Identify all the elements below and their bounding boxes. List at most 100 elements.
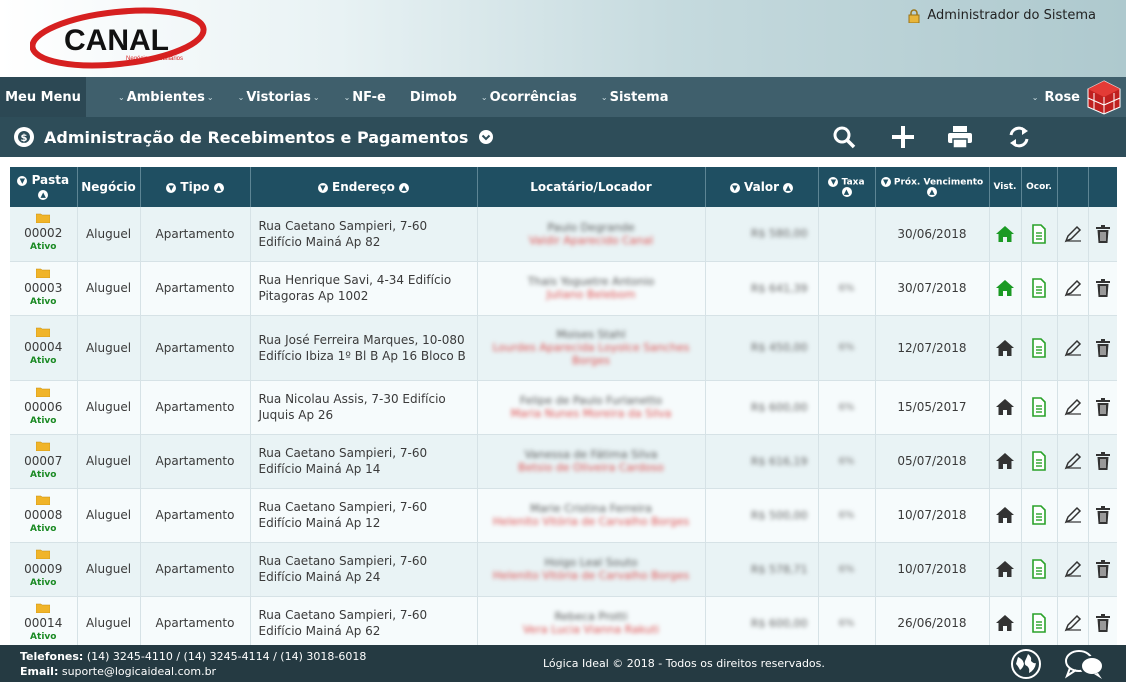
cell-edit[interactable]: [1057, 207, 1089, 262]
my-menu-button[interactable]: Meu Menu: [0, 77, 86, 117]
cell-ocorrencia[interactable]: [1021, 380, 1058, 435]
document-icon[interactable]: [1029, 559, 1049, 579]
cell-ocorrencia[interactable]: [1021, 488, 1058, 543]
document-icon[interactable]: [1029, 337, 1049, 358]
globe-icon[interactable]: [1010, 648, 1042, 680]
nav-dimob[interactable]: Dimob: [398, 77, 469, 117]
cell-vistoria[interactable]: [989, 434, 1022, 489]
table-row[interactable]: 00002 Ativo Aluguel Apartamento Rua Caet…: [10, 207, 1117, 262]
cell-edit[interactable]: [1057, 261, 1089, 316]
table-row[interactable]: 00009 Ativo Aluguel Apartamento Rua Caet…: [10, 542, 1117, 597]
col-vencimento[interactable]: ▼ Próx. Vencimento ▲: [875, 167, 990, 207]
table-row[interactable]: 00014 Ativo Aluguel Apartamento Rua Caet…: [10, 596, 1117, 645]
cell-pasta[interactable]: 00008 Ativo: [10, 488, 78, 543]
cell-delete[interactable]: [1088, 542, 1117, 597]
nav-nfe[interactable]: ⌄ NF-e: [332, 77, 398, 117]
trash-icon[interactable]: [1093, 451, 1113, 471]
nav-vistorias[interactable]: ⌄ Vistorias ⌄: [226, 77, 332, 117]
table-row[interactable]: 00004 Ativo Aluguel Apartamento Rua José…: [10, 315, 1117, 381]
trash-icon[interactable]: [1093, 613, 1113, 633]
cell-pasta[interactable]: 00006 Ativo: [10, 380, 78, 435]
cell-delete[interactable]: [1088, 488, 1117, 543]
cell-ocorrencia[interactable]: [1021, 434, 1058, 489]
cell-vistoria[interactable]: [989, 261, 1022, 316]
cell-pasta[interactable]: 00014 Ativo: [10, 596, 78, 645]
house-icon[interactable]: [995, 397, 1015, 417]
cell-pasta[interactable]: 00003 Ativo: [10, 261, 78, 316]
nav-sistema[interactable]: ⌄ Sistema: [589, 77, 681, 117]
cell-ocorrencia[interactable]: [1021, 261, 1058, 316]
add-button[interactable]: [889, 124, 917, 150]
cell-pasta[interactable]: 00009 Ativo: [10, 542, 78, 597]
table-row[interactable]: 00008 Ativo Aluguel Apartamento Rua Caet…: [10, 488, 1117, 543]
cell-delete[interactable]: [1088, 596, 1117, 645]
col-locatario[interactable]: Locatário/Locador: [477, 167, 706, 207]
admin-user[interactable]: Administrador do Sistema: [907, 8, 1096, 23]
table-row[interactable]: 00006 Ativo Aluguel Apartamento Rua Nico…: [10, 380, 1117, 435]
trash-icon[interactable]: [1093, 559, 1113, 579]
pencil-icon[interactable]: [1063, 559, 1083, 579]
cell-delete[interactable]: [1088, 207, 1117, 262]
house-icon[interactable]: [995, 559, 1015, 579]
search-button[interactable]: [830, 124, 858, 150]
col-pasta[interactable]: ▼ Pasta ▲: [10, 167, 78, 207]
document-icon[interactable]: [1029, 397, 1049, 417]
house-icon[interactable]: [995, 505, 1015, 525]
trash-icon[interactable]: [1093, 278, 1113, 298]
trash-icon[interactable]: [1093, 224, 1113, 244]
nav-ambientes[interactable]: ⌄ Ambientes ⌄: [106, 77, 226, 117]
col-tipo[interactable]: ▼ Tipo ▲: [140, 167, 251, 207]
trash-icon[interactable]: [1093, 505, 1113, 525]
cell-edit[interactable]: [1057, 596, 1089, 645]
pencil-icon[interactable]: [1063, 613, 1083, 633]
pencil-icon[interactable]: [1063, 278, 1083, 298]
cell-edit[interactable]: [1057, 488, 1089, 543]
cell-pasta[interactable]: 00007 Ativo: [10, 434, 78, 489]
house-icon[interactable]: [995, 613, 1015, 633]
refresh-button[interactable]: [1005, 124, 1033, 150]
cell-delete[interactable]: [1088, 315, 1117, 381]
cell-ocorrencia[interactable]: [1021, 596, 1058, 645]
cell-pasta[interactable]: 00004 Ativo: [10, 315, 78, 381]
pencil-icon[interactable]: [1063, 451, 1083, 471]
house-icon[interactable]: [995, 451, 1015, 471]
cell-vistoria[interactable]: [989, 380, 1022, 435]
cell-edit[interactable]: [1057, 315, 1089, 381]
cell-edit[interactable]: [1057, 380, 1089, 435]
cell-vistoria[interactable]: [989, 207, 1022, 262]
house-icon[interactable]: [995, 278, 1015, 298]
col-taxa[interactable]: ▼ Taxa ▲: [818, 167, 876, 207]
chat-icon[interactable]: [1064, 648, 1106, 680]
canal-logo[interactable]: CANAL Negócios Imobiliários: [30, 6, 210, 70]
cell-delete[interactable]: [1088, 261, 1117, 316]
col-negocio[interactable]: Negócio: [77, 167, 141, 207]
pencil-icon[interactable]: [1063, 338, 1083, 358]
cell-delete[interactable]: [1088, 380, 1117, 435]
col-endereco[interactable]: ▼ Endereço ▲: [250, 167, 478, 207]
cell-vistoria[interactable]: [989, 488, 1022, 543]
chevron-down-icon[interactable]: [478, 129, 494, 145]
cell-edit[interactable]: [1057, 434, 1089, 489]
trash-icon[interactable]: [1093, 397, 1113, 417]
cell-pasta[interactable]: 00002 Ativo: [10, 207, 78, 262]
house-icon[interactable]: [995, 224, 1015, 244]
document-icon[interactable]: [1029, 451, 1049, 471]
pencil-icon[interactable]: [1063, 397, 1083, 417]
document-icon[interactable]: [1029, 223, 1049, 244]
house-icon[interactable]: [995, 338, 1015, 358]
pencil-icon[interactable]: [1063, 224, 1083, 244]
print-button[interactable]: [946, 124, 974, 150]
trash-icon[interactable]: [1093, 338, 1113, 358]
cell-ocorrencia[interactable]: [1021, 315, 1058, 381]
nav-ocorrencias[interactable]: ⌄ Ocorrências: [469, 77, 589, 117]
cell-edit[interactable]: [1057, 542, 1089, 597]
pencil-icon[interactable]: [1063, 505, 1083, 525]
document-icon[interactable]: [1029, 613, 1049, 633]
table-row[interactable]: 00007 Ativo Aluguel Apartamento Rua Caet…: [10, 434, 1117, 489]
user-menu[interactable]: ⌄ Rose: [1032, 77, 1126, 117]
cell-ocorrencia[interactable]: [1021, 207, 1058, 262]
cell-vistoria[interactable]: [989, 315, 1022, 381]
document-icon[interactable]: [1029, 278, 1049, 298]
cell-ocorrencia[interactable]: [1021, 542, 1058, 597]
cell-vistoria[interactable]: [989, 542, 1022, 597]
